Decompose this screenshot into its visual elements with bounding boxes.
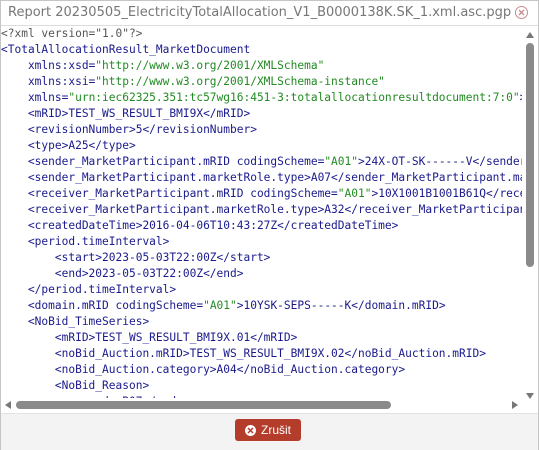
xml-line: <NoBid_Reason> <box>1 379 150 392</box>
scroll-up-icon[interactable] <box>526 32 534 38</box>
xml-line: <revisionNumber>5</revisionNumber> <box>1 123 257 136</box>
xml-line: xmlns:xsd="http://www.w3.org/2001/XMLSch… <box>1 59 325 72</box>
close-x-glyph <box>518 9 525 16</box>
xml-line: xmlns:xsi="http://www.w3.org/2001/XMLSch… <box>1 75 385 88</box>
dialog-footer: Zrušit <box>1 413 538 450</box>
xml-line: <noBid_Auction.mRID>TEST_WS_RESULT_BMI9X… <box>1 347 486 360</box>
vertical-scroll-thumb[interactable] <box>526 43 534 267</box>
xml-line: <receiver_MarketParticipant.mRID codingS… <box>1 187 522 200</box>
xml-line: <mRID>TEST_WS_RESULT_BMI9X</mRID> <box>1 107 251 120</box>
xml-line: <sender_MarketParticipant.mRID codingSch… <box>1 155 522 168</box>
xml-line: <sender_MarketParticipant.marketRole.typ… <box>27 171 522 184</box>
close-icon[interactable] <box>515 6 528 19</box>
scroll-left-icon[interactable] <box>5 401 11 409</box>
xml-viewer[interactable]: <?xml version="1.0"?> <TotalAllocationRes… <box>1 26 522 398</box>
x-circle-icon <box>245 424 256 436</box>
xml-line: <type>A25</type> <box>1 139 136 152</box>
xml-line: <TotalAllocationResult_MarketDocument <box>1 43 251 56</box>
vertical-scrollbar[interactable] <box>522 26 538 408</box>
horizontal-scrollbar[interactable] <box>1 398 522 412</box>
cancel-button-label: Zrušit <box>261 423 291 437</box>
xml-line: </period.timeInterval> <box>1 283 177 296</box>
xml-line: <createdDateTime>2016-04-06T10:43:27Z</c… <box>1 219 399 232</box>
dialog-titlebar: Report 20230505_ElectricityTotalAllocati… <box>1 1 538 26</box>
xml-line: <?xml version="1.0"?> <box>1 27 143 40</box>
xml-line: <NoBid_TimeSeries> <box>1 315 150 328</box>
xml-line: <start>2023-05-03T22:00Z</start> <box>1 251 271 264</box>
scroll-down-icon[interactable] <box>526 393 534 399</box>
dialog-title: Report 20230505_ElectricityTotalAllocati… <box>8 5 512 20</box>
xml-line: xmlns="urn:iec62325.351:tc57wg16:451-3:t… <box>1 91 522 104</box>
cancel-button[interactable]: Zrušit <box>235 419 301 441</box>
horizontal-scroll-thumb[interactable] <box>16 401 391 409</box>
scroll-right-icon[interactable] <box>512 401 518 409</box>
xml-line: <receiver_MarketParticipant.marketRole.t… <box>27 203 522 216</box>
xml-line: <domain.mRID codingScheme="A01">10YSK-SE… <box>1 299 446 312</box>
report-dialog: Report 20230505_ElectricityTotalAllocati… <box>0 0 539 450</box>
xml-line: <period.timeInterval> <box>1 235 170 248</box>
xml-line: <mRID>TEST_WS_RESULT_BMI9X.01</mRID> <box>1 331 298 344</box>
xml-line: <noBid_Auction.category>A04</noBid_Aucti… <box>1 363 406 376</box>
xml-line: <end>2023-05-03T22:00Z</end> <box>1 267 244 280</box>
